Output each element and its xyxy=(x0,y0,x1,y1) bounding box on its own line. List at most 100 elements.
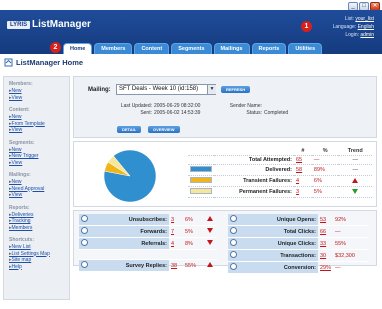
metric-count-link[interactable]: 30 xyxy=(318,249,334,262)
status-value: Completed xyxy=(264,110,289,116)
row-trend: — xyxy=(338,155,372,165)
trend-down-icon xyxy=(207,240,213,245)
sidebar-group-content: Content: New From Template View xyxy=(9,107,64,134)
metric-count-link[interactable]: 4 xyxy=(169,237,183,250)
metric-count-link[interactable]: 33 xyxy=(318,237,334,250)
table-row: Unsubscribes: 3 6% xyxy=(79,214,217,226)
mailing-panel: Mailing: SFT Deals - Week 10 (id:158) ▼ … xyxy=(73,76,377,138)
row-count-link[interactable]: 58 xyxy=(294,164,312,176)
open-icon xyxy=(230,215,237,222)
table-row: Total Attempted: 65 — — xyxy=(188,155,372,165)
col-header-percent: % xyxy=(311,147,339,156)
row-percent: 6% xyxy=(311,175,339,187)
language-link[interactable]: English xyxy=(358,24,374,30)
mailing-select[interactable]: SFT Deals - Week 10 (id:158) xyxy=(116,84,216,95)
table-row xyxy=(79,249,217,260)
survey-icon xyxy=(81,261,88,268)
table-row: Permanent Failures: 3 5% xyxy=(188,186,372,198)
sender-name-value xyxy=(264,103,288,110)
row-percent: 89% xyxy=(311,164,339,176)
page-title-row: ListManager Home xyxy=(4,58,83,67)
tab-segments[interactable]: Segments xyxy=(171,43,212,54)
metric-label: Unsubscribes: xyxy=(91,214,169,226)
row-trend: — xyxy=(338,164,372,176)
metric-percent: — xyxy=(333,261,357,274)
sidebar-link-help[interactable]: Help xyxy=(9,264,64,271)
trend-down-icon xyxy=(207,228,213,233)
metric-percent: 92% xyxy=(333,214,357,226)
metric-percent: 5% xyxy=(183,225,205,238)
last-updated-value: 2005-06-29 08:32:00 xyxy=(154,103,201,109)
metric-count-link[interactable]: 3 xyxy=(169,214,183,226)
table-row: Survey Replies: 38 55% xyxy=(79,259,217,272)
status-label: Status: xyxy=(246,110,262,116)
sidebar-group-reports: Reports: Deliveries Tracking Members xyxy=(9,205,64,232)
table-row: Transactions: 30 $32,300 xyxy=(228,249,369,262)
tab-mailings[interactable]: Mailings xyxy=(213,43,250,54)
chevron-down-icon[interactable]: ▼ xyxy=(207,85,216,94)
metric-label: Forwards: xyxy=(91,225,169,238)
overview-button[interactable]: OVERVIEW xyxy=(148,126,180,133)
metric-count-link[interactable]: 7 xyxy=(169,225,183,238)
tab-reports[interactable]: Reports xyxy=(251,43,287,54)
row-count-link[interactable]: 4 xyxy=(294,175,312,187)
list-link[interactable]: your_list xyxy=(355,16,374,22)
table-row: Referrals: 4 8% xyxy=(79,237,217,250)
row-percent: — xyxy=(311,155,339,165)
sidebar-group-segments: Segments: New New Trigger View xyxy=(9,140,64,167)
sidebar-link-segments-view[interactable]: View xyxy=(9,160,64,167)
unsubscribe-icon xyxy=(81,215,88,222)
transaction-icon xyxy=(230,251,237,258)
detail-button[interactable]: DETAIL xyxy=(117,126,142,133)
row-label: Transient Failures: xyxy=(214,175,294,187)
row-count-link[interactable]: 3 xyxy=(294,186,312,198)
sidebar-link-content-view[interactable]: View xyxy=(9,127,64,134)
metric-label: Survey Replies: xyxy=(91,259,169,272)
meta-labels-right: Sender Name: Status: xyxy=(224,103,262,117)
sidebar-heading: Content: xyxy=(9,107,30,113)
metric-count-link[interactable]: 53 xyxy=(318,214,334,226)
forward-icon xyxy=(81,227,88,234)
delivery-panel: # % Trend Total Attempted: 65 — — Delive… xyxy=(73,141,377,207)
metric-percent: — xyxy=(333,225,357,238)
lyris-logo: LYRIS xyxy=(7,21,31,29)
sidebar-group-mailings: Mailings: New Need Approval View xyxy=(9,172,64,199)
metric-count-link[interactable]: 38 xyxy=(169,259,183,272)
sidebar-link-members-view[interactable]: View xyxy=(9,95,64,102)
table-row: Total Clicks: 66 — xyxy=(228,225,369,238)
tab-content[interactable]: Content xyxy=(134,43,170,54)
callout-1: 1 xyxy=(301,21,312,32)
meta-labels-left: Last Updated: Sent: xyxy=(114,103,152,117)
trend-up-icon xyxy=(352,177,359,183)
metric-percent: $32,300 xyxy=(333,249,357,262)
metric-count-link[interactable]: 29% xyxy=(318,261,334,274)
sidebar-link-mailings-view[interactable]: View xyxy=(9,192,64,199)
tab-members[interactable]: Members xyxy=(94,43,133,54)
sidebar-link-reports-members[interactable]: Members xyxy=(9,225,64,232)
refresh-button[interactable]: REFRESH xyxy=(221,86,251,93)
user-info: List: your_list Language: English Login:… xyxy=(333,15,374,39)
meta-values-left: 2005-06-29 08:32:00 2005-06-02 14:53:39 xyxy=(154,103,200,117)
metric-label: Unique Clicks: xyxy=(240,237,318,250)
table-row: Unique Clicks: 33 55% xyxy=(228,237,369,250)
color-swatch xyxy=(190,166,212,172)
main-tabs: Home Members Content Segments Mailings R… xyxy=(63,43,323,54)
metrics-panel: Unsubscribes: 3 6% Forwards: 7 5% Referr… xyxy=(73,210,377,274)
metric-percent: 6% xyxy=(183,214,205,226)
trend-up-icon xyxy=(207,216,213,221)
sidebar-heading: Segments: xyxy=(9,139,35,146)
metrics-table-right: Unique Opens: 53 92% Total Clicks: 66 — … xyxy=(228,214,369,274)
tab-home[interactable]: Home xyxy=(63,43,93,54)
tab-utilities[interactable]: Utilities xyxy=(288,43,323,54)
metric-count-link[interactable]: 66 xyxy=(318,225,334,238)
list-label: List: xyxy=(344,16,354,22)
col-header-trend: Trend xyxy=(338,147,372,156)
row-label: Permanent Failures: xyxy=(214,186,294,198)
table-row: Transient Failures: 4 6% xyxy=(188,175,372,187)
metric-percent: 55% xyxy=(333,237,357,250)
row-count-link[interactable]: 65 xyxy=(294,155,312,165)
unique-click-icon xyxy=(230,239,237,246)
conversion-icon xyxy=(230,263,237,270)
login-link[interactable]: admin xyxy=(360,32,374,38)
metric-percent: 55% xyxy=(183,259,205,272)
